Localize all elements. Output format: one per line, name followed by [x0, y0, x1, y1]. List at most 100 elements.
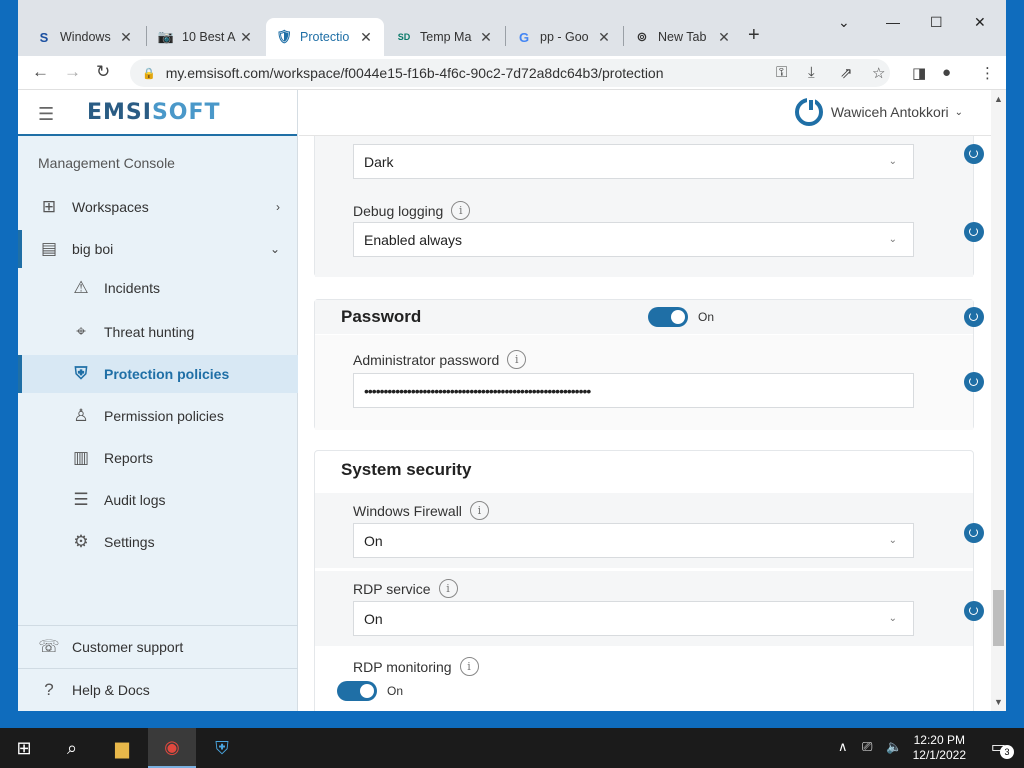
toggle-switch[interactable] — [337, 681, 377, 701]
scroll-down-icon[interactable]: ▼ — [994, 697, 1003, 707]
help-icon: ? — [44, 680, 54, 699]
close-icon[interactable]: ✕ — [238, 29, 254, 46]
toggle-switch[interactable] — [648, 307, 688, 327]
windows-start-icon[interactable]: ⊞ — [0, 728, 48, 768]
system-clock[interactable]: 12:20 PM 12/1/2022 — [913, 733, 966, 763]
profile-icon[interactable]: ● — [942, 64, 951, 81]
close-icon[interactable]: ✕ — [118, 29, 134, 46]
new-tab-button[interactable]: + — [748, 24, 760, 47]
divider — [18, 668, 298, 669]
sidebar-item-settings[interactable]: ⚙ Settings — [18, 523, 298, 561]
tab-10-best[interactable]: 📷 10 Best A ✕ — [148, 18, 264, 56]
scroll-up-icon[interactable]: ▲ — [994, 94, 1003, 104]
scroll-thumb[interactable] — [993, 590, 1004, 646]
nav-label: Customer support — [72, 639, 184, 655]
policy-lock-icon[interactable] — [964, 144, 984, 164]
tab-favicon: SD — [397, 32, 411, 42]
install-icon[interactable]: ⤓ — [808, 64, 815, 81]
emsisoft-taskbar-icon[interactable]: ⛨ — [198, 728, 246, 768]
toggle-label: On — [698, 310, 715, 324]
clock-date: 12/1/2022 — [912, 748, 966, 762]
sidebar-item-permission-policies[interactable]: ♙ Permission policies — [18, 397, 298, 435]
close-icon[interactable]: ✕ — [596, 29, 612, 46]
admin-password-field[interactable]: ••••••••••••••••••••••••••••••••••••••••… — [353, 373, 914, 408]
back-button[interactable]: ← — [32, 62, 49, 82]
chevron-up-icon[interactable]: ∧ — [838, 739, 848, 755]
share-icon[interactable]: ⇗ — [840, 64, 853, 82]
appearance-select[interactable]: Dark ⌄ — [353, 144, 914, 179]
sidebar-item-big-boi[interactable]: ▤ big boi ⌄ — [18, 230, 298, 268]
sidebar-item-workspaces[interactable]: ⊞ Workspaces › — [18, 188, 298, 226]
info-icon[interactable]: i — [459, 657, 479, 676]
info-icon[interactable]: i — [438, 579, 458, 598]
chrome-taskbar-icon[interactable]: ◉ — [148, 728, 196, 768]
policy-lock-icon[interactable] — [964, 601, 984, 621]
close-icon[interactable]: ✕ — [478, 29, 494, 46]
policy-lock-icon[interactable] — [964, 523, 984, 543]
sidebar-item-customer-support[interactable]: ☏ Customer support — [18, 628, 298, 666]
policy-lock-icon[interactable] — [964, 372, 984, 392]
sidebar-item-incidents[interactable]: ⚠ Incidents — [18, 269, 298, 307]
rdp-service-label: RDP service i — [353, 579, 458, 598]
minimize-button[interactable]: — — [886, 14, 900, 30]
tab-temp[interactable]: SD Temp Ma ✕ — [386, 18, 504, 56]
bookmark-star-icon[interactable]: ☆ — [872, 64, 885, 82]
info-icon[interactable]: i — [507, 350, 527, 369]
rdp-monitoring-toggle[interactable]: On — [337, 681, 403, 701]
select-value: On — [364, 610, 383, 627]
file-explorer-icon[interactable]: ▆ — [98, 728, 146, 768]
nav-label: Incidents — [104, 280, 161, 296]
user-menu[interactable]: Wawiceh Antokkori ⌄ — [794, 98, 963, 126]
sidebar-item-audit-logs[interactable]: ☰ Audit logs — [18, 481, 298, 519]
network-icon[interactable]: ⎚ — [862, 739, 872, 755]
close-icon[interactable]: ✕ — [358, 29, 374, 46]
sidebar-item-reports[interactable]: ▥ Reports — [18, 439, 298, 477]
tab-favicon: 📷 — [157, 29, 175, 44]
forward-button[interactable]: → — [64, 62, 81, 82]
policy-lock-icon[interactable] — [964, 307, 984, 327]
key-icon[interactable]: ⚿ — [776, 64, 787, 81]
debug-logging-select[interactable]: Enabled always ⌄ — [353, 222, 914, 257]
chevron-down-icon: ⌄ — [888, 234, 897, 245]
rdp-monitoring-label: RDP monitoring i — [353, 657, 479, 676]
sidebar-item-help-docs[interactable]: ? Help & Docs — [18, 671, 298, 709]
section-title: Management Console — [38, 155, 175, 171]
chevron-down-icon: ⌄ — [888, 535, 897, 546]
volume-icon[interactable]: 🔈 — [886, 739, 902, 755]
tab-protection[interactable]: 🛡 Protectio ✕ — [266, 18, 384, 56]
page-scrollbar[interactable]: ▲ ▼ — [991, 90, 1006, 711]
rdp-service-select[interactable]: On ⌄ — [353, 601, 914, 636]
policy-lock-icon[interactable] — [964, 222, 984, 242]
nav-label: Settings — [104, 534, 155, 550]
tab-google[interactable]: G pp - Goo ✕ — [506, 18, 622, 56]
nav-label: Workspaces — [72, 199, 149, 215]
sidebar-item-threat-hunting[interactable]: ⌖ Threat hunting — [18, 313, 298, 351]
kebab-menu-icon[interactable]: ⋮ — [980, 64, 995, 82]
emsisoft-logo[interactable]: EMSISOFT — [87, 100, 221, 125]
chevron-down-icon: ⌄ — [888, 156, 897, 167]
windows-firewall-select[interactable]: On ⌄ — [353, 523, 914, 558]
nav-label: Permission policies — [104, 408, 224, 424]
chevron-down-icon[interactable]: ⌄ — [838, 14, 850, 31]
info-icon[interactable]: i — [451, 201, 471, 220]
search-icon[interactable]: ⌕ — [48, 728, 96, 768]
tab-windows[interactable]: S Windows ✕ — [26, 18, 144, 56]
info-icon[interactable]: i — [469, 501, 489, 520]
hamburger-icon[interactable]: ☰ — [38, 104, 54, 125]
notification-icon[interactable]: ▭ 3 — [991, 737, 1014, 759]
lock-icon: 🔒 — [142, 67, 156, 80]
tab-new-tab[interactable]: ⊚ New Tab ✕ — [624, 18, 742, 56]
crosshair-icon: ⌖ — [76, 322, 86, 341]
side-panel-icon[interactable]: ◨ — [912, 64, 926, 82]
close-icon[interactable]: ✕ — [716, 29, 732, 46]
chevron-down-icon: ⌄ — [888, 613, 897, 624]
nav-label: Reports — [104, 450, 154, 466]
password-toggle[interactable]: On — [648, 307, 714, 327]
window-close-button[interactable]: ✕ — [974, 14, 986, 31]
maximize-button[interactable]: ☐ — [930, 14, 943, 31]
select-value: Dark — [364, 153, 394, 170]
chevron-right-icon: › — [276, 200, 280, 214]
sidebar-item-protection-policies[interactable]: ⛨ Protection policies — [18, 355, 298, 393]
reload-button[interactable]: ↻ — [96, 62, 110, 82]
chrome-icon: ⊚ — [636, 29, 648, 44]
